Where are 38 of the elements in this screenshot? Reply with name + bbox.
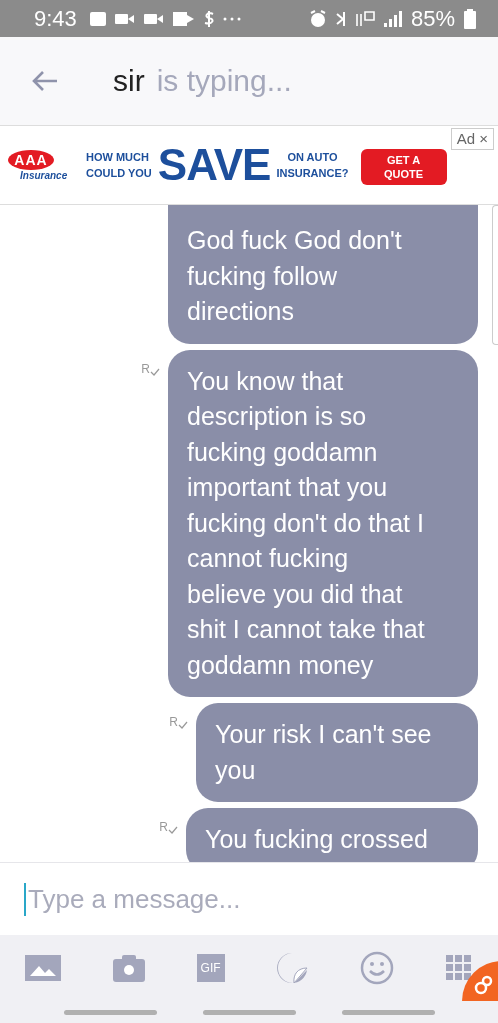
video-camera-icon [114, 12, 135, 25]
message-icon [172, 11, 195, 26]
battery-percent: 85% [410, 5, 455, 32]
alarm-icon [308, 9, 327, 28]
status-time: 9:43 [34, 5, 77, 32]
ad-badge[interactable]: Ad × [450, 128, 494, 150]
nav-bar-handle[interactable] [341, 1010, 435, 1015]
message-input[interactable]: Type a message... [24, 882, 470, 916]
image-icon[interactable] [25, 955, 61, 981]
typing-status: is typing... [156, 64, 292, 98]
back-arrow-icon[interactable] [31, 69, 59, 93]
app-notification-icon [89, 11, 106, 26]
more-icon [222, 16, 241, 21]
contact-name: sir [113, 64, 145, 98]
ad-text: HOW MUCH COULD YOU [86, 150, 152, 181]
battery-icon [464, 8, 476, 29]
dollar-icon [203, 9, 214, 28]
read-receipt: R [169, 715, 188, 729]
camera-icon[interactable] [112, 954, 145, 982]
smiley-icon[interactable] [360, 951, 395, 985]
signal-icon [383, 10, 402, 27]
ad-headline: SAVE [157, 140, 271, 190]
grid-icon[interactable] [446, 955, 472, 981]
message-bubble: You fucking crossed [186, 808, 478, 862]
nav-bar-handle[interactable] [202, 1010, 296, 1015]
read-receipt: R [159, 820, 178, 834]
floating-action-icon[interactable] [462, 961, 498, 1001]
nav-bar-handle[interactable] [63, 1010, 157, 1015]
ad-logo: AAA [8, 149, 54, 170]
message-bubble: God fuck God don't fucking follow directions [168, 205, 478, 344]
get-quote-button[interactable]: GET A QUOTE [360, 149, 447, 185]
read-receipt: R [141, 361, 160, 376]
sticker-icon[interactable] [276, 952, 309, 984]
ad-logo-subtitle: Insurance [20, 169, 69, 181]
message-bubble: Your risk I can't see you [196, 703, 478, 802]
video-camera-icon [143, 12, 164, 25]
message-bubble: You know that description is so fucking goddamn important that you fucking don't do that I cannot fucking believe you did that shit I cannot take that goddamn money [168, 349, 478, 697]
ad-text: ON AUTO INSURANCE? [276, 150, 349, 181]
